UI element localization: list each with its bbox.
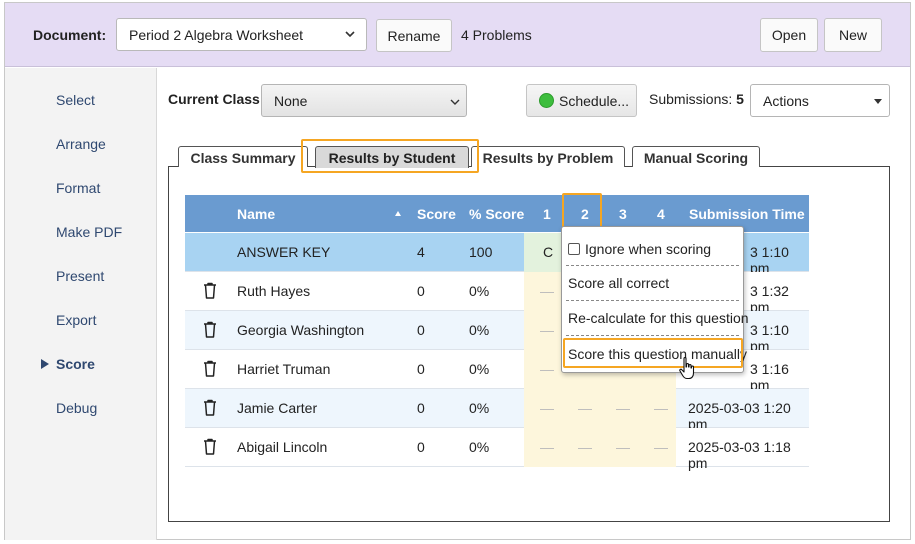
menu-divider bbox=[566, 265, 739, 266]
sort-ascending-icon bbox=[395, 211, 401, 216]
document-select-value: Period 2 Algebra Worksheet bbox=[129, 27, 304, 43]
tab-results-by-problem[interactable]: Results by Problem bbox=[471, 146, 625, 167]
row-score: 0 bbox=[417, 361, 425, 377]
submissions-label: Submissions: bbox=[649, 91, 733, 107]
row-q1: — bbox=[540, 283, 554, 299]
row-q4: — bbox=[654, 439, 668, 455]
table-row[interactable]: Jamie Carter 0 0% — — — — 2025-03-03 1:2… bbox=[185, 389, 809, 432]
row-percent: 100 bbox=[469, 244, 493, 260]
schedule-button[interactable]: Schedule... bbox=[526, 84, 637, 117]
menu-item-score-manually[interactable]: Score this question manually bbox=[568, 346, 747, 362]
caret-down-icon bbox=[874, 99, 882, 104]
menu-divider bbox=[566, 335, 739, 336]
row-score: 0 bbox=[417, 322, 425, 338]
row-name: Georgia Washington bbox=[237, 322, 365, 338]
menu-item-ignore[interactable]: Ignore when scoring bbox=[568, 241, 711, 257]
trash-icon[interactable] bbox=[203, 399, 217, 416]
row-time: 2025-03-03 1:18 pm bbox=[688, 439, 791, 471]
sidebar: Select Arrange Format Make PDF Present E… bbox=[5, 68, 157, 540]
hand-cursor-icon bbox=[679, 357, 695, 380]
header-submission-time[interactable]: Submission Time bbox=[689, 206, 805, 222]
document-label: Document: bbox=[33, 27, 107, 43]
tab-manual-scoring[interactable]: Manual Scoring bbox=[632, 146, 760, 167]
checkbox-icon[interactable] bbox=[568, 243, 580, 255]
actions-select[interactable]: Actions bbox=[750, 84, 890, 117]
menu-divider bbox=[566, 300, 739, 301]
row-q4: — bbox=[654, 400, 668, 416]
row-name: Harriet Truman bbox=[237, 361, 331, 377]
trash-icon[interactable] bbox=[203, 360, 217, 377]
header-question-2[interactable]: 2 bbox=[581, 206, 589, 222]
row-name: Jamie Carter bbox=[237, 400, 318, 416]
sidebar-item-arrange[interactable]: Arrange bbox=[56, 136, 106, 152]
row-q3: — bbox=[616, 400, 630, 416]
submissions-count: Submissions: 5 bbox=[649, 91, 744, 107]
question-context-menu: Ignore when scoring Score all correct Re… bbox=[561, 226, 749, 373]
trash-icon[interactable] bbox=[203, 438, 217, 455]
sidebar-item-present[interactable]: Present bbox=[56, 268, 104, 284]
row-q3: — bbox=[616, 439, 630, 455]
document-select[interactable]: Period 2 Algebra Worksheet bbox=[116, 18, 367, 51]
row-q2: — bbox=[578, 400, 592, 416]
trash-icon[interactable] bbox=[203, 321, 217, 338]
row-q1: — bbox=[540, 361, 554, 377]
header-percent-score[interactable]: % Score bbox=[469, 206, 524, 222]
problems-count: 4 Problems bbox=[461, 27, 532, 43]
open-button[interactable]: Open bbox=[760, 18, 818, 52]
trash-icon[interactable] bbox=[203, 282, 217, 299]
row-percent: 0% bbox=[469, 400, 490, 416]
document-toolbar: Document: Period 2 Algebra Worksheet Ren… bbox=[5, 3, 910, 67]
current-class-select[interactable]: None bbox=[261, 84, 467, 117]
row-percent: 0% bbox=[469, 439, 490, 455]
row-q1: — bbox=[540, 322, 554, 338]
chevron-down-icon bbox=[345, 31, 355, 38]
row-score: 4 bbox=[417, 244, 425, 260]
schedule-label: Schedule... bbox=[559, 93, 630, 109]
row-score: 0 bbox=[417, 439, 425, 455]
row-q1: — bbox=[540, 439, 554, 455]
sidebar-item-format[interactable]: Format bbox=[56, 180, 100, 196]
row-q2: — bbox=[578, 439, 592, 455]
header-name[interactable]: Name bbox=[237, 206, 275, 222]
header-question-4[interactable]: 4 bbox=[657, 206, 665, 222]
row-score: 0 bbox=[417, 283, 425, 299]
sidebar-item-debug[interactable]: Debug bbox=[56, 400, 97, 416]
menu-item-score-all-correct[interactable]: Score all correct bbox=[568, 275, 669, 291]
row-name: Ruth Hayes bbox=[237, 283, 311, 299]
status-dot-icon bbox=[539, 93, 554, 108]
current-class-label: Current Class: bbox=[168, 91, 265, 107]
new-button[interactable]: New bbox=[824, 18, 882, 52]
chevron-down-icon bbox=[450, 99, 460, 105]
active-arrow-icon bbox=[41, 359, 49, 369]
tab-results-by-student[interactable]: Results by Student bbox=[315, 146, 469, 168]
sidebar-item-make-pdf[interactable]: Make PDF bbox=[56, 224, 122, 240]
current-class-value: None bbox=[274, 93, 308, 109]
header-score[interactable]: Score bbox=[417, 206, 456, 222]
menu-item-ignore-label: Ignore when scoring bbox=[585, 241, 712, 257]
sidebar-item-score[interactable]: Score bbox=[56, 356, 95, 372]
tab-class-summary[interactable]: Class Summary bbox=[178, 146, 308, 167]
submissions-value: 5 bbox=[736, 91, 744, 107]
row-name: ANSWER KEY bbox=[237, 244, 331, 260]
menu-item-recalculate[interactable]: Re-calculate for this question bbox=[568, 310, 749, 326]
sidebar-item-export[interactable]: Export bbox=[56, 312, 96, 328]
header-question-3[interactable]: 3 bbox=[619, 206, 627, 222]
rename-button[interactable]: Rename bbox=[376, 19, 452, 52]
header-question-1[interactable]: 1 bbox=[543, 206, 551, 222]
row-name: Abigail Lincoln bbox=[237, 439, 328, 455]
row-q1: — bbox=[540, 400, 554, 416]
row-q1: C bbox=[543, 244, 554, 260]
actions-label: Actions bbox=[763, 93, 809, 109]
row-score: 0 bbox=[417, 400, 425, 416]
row-percent: 0% bbox=[469, 361, 490, 377]
sidebar-item-select[interactable]: Select bbox=[56, 92, 95, 108]
table-row[interactable]: Abigail Lincoln 0 0% — — — — 2025-03-03 … bbox=[185, 428, 809, 471]
row-percent: 0% bbox=[469, 283, 490, 299]
row-percent: 0% bbox=[469, 322, 490, 338]
